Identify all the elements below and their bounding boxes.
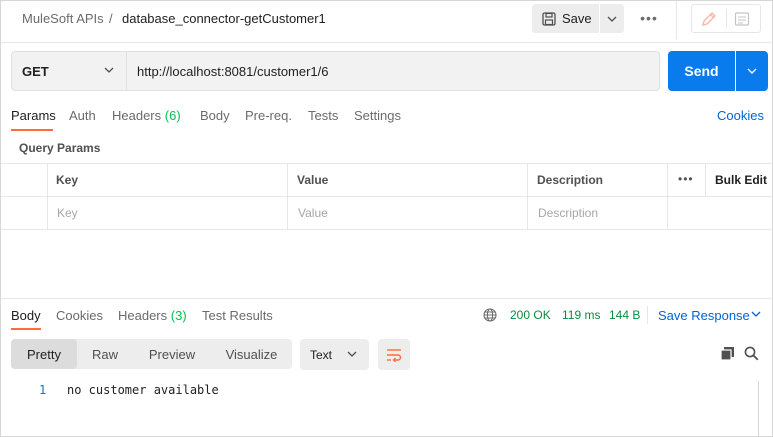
save-response-button[interactable]: Save Response bbox=[658, 308, 750, 323]
response-scrollbar[interactable] bbox=[758, 381, 759, 437]
table-column-divider bbox=[667, 164, 668, 230]
send-button[interactable]: Send bbox=[668, 51, 735, 91]
response-tab-headers[interactable]: Headers (3) bbox=[118, 308, 187, 323]
header-divider bbox=[676, 1, 677, 39]
http-method-value: GET bbox=[22, 63, 49, 79]
request-name[interactable]: database_connector-getCustomer1 bbox=[122, 11, 326, 26]
save-label: Save bbox=[562, 11, 592, 26]
more-actions-button[interactable]: ••• bbox=[637, 9, 661, 27]
chevron-down-icon bbox=[347, 351, 357, 357]
param-value-input[interactable]: Value bbox=[298, 206, 328, 220]
wrap-lines-icon bbox=[387, 348, 402, 362]
tab-auth[interactable]: Auth bbox=[69, 108, 96, 123]
tab-headers[interactable]: Headers (6) bbox=[112, 108, 181, 123]
active-tab-indicator bbox=[11, 129, 53, 131]
tab-pre-request[interactable]: Pre-req. bbox=[245, 108, 292, 123]
view-preview-button[interactable]: Preview bbox=[133, 339, 211, 369]
response-format-value: Text bbox=[310, 347, 333, 362]
response-tab-body[interactable]: Body bbox=[11, 308, 41, 323]
query-params-table: Key Value Description ••• Bulk Edit Key … bbox=[1, 163, 773, 230]
table-options-button[interactable]: ••• bbox=[678, 172, 694, 186]
header-separator bbox=[1, 42, 773, 43]
globe-icon[interactable] bbox=[483, 308, 497, 322]
save-options-button[interactable] bbox=[600, 4, 624, 33]
save-button[interactable]: Save bbox=[532, 4, 599, 33]
bulk-edit-button[interactable]: Bulk Edit bbox=[715, 173, 767, 187]
tab-settings[interactable]: Settings bbox=[354, 108, 401, 123]
view-pretty-button[interactable]: Pretty bbox=[11, 339, 77, 369]
response-meta-divider bbox=[647, 306, 648, 324]
save-icon bbox=[542, 11, 556, 26]
response-tab-test-results[interactable]: Test Results bbox=[202, 308, 273, 323]
param-description-input[interactable]: Description bbox=[538, 206, 598, 220]
param-key-input[interactable]: Key bbox=[57, 206, 78, 220]
chevron-down-icon bbox=[104, 67, 114, 73]
view-visualize-button[interactable]: Visualize bbox=[211, 339, 292, 369]
response-tab-cookies[interactable]: Cookies bbox=[56, 308, 103, 323]
response-format-select[interactable]: Text bbox=[300, 339, 369, 370]
query-params-title: Query Params bbox=[19, 141, 101, 155]
wrap-lines-button[interactable] bbox=[378, 339, 410, 370]
response-view-toggle: Pretty Raw Preview Visualize bbox=[11, 339, 292, 369]
table-column-divider bbox=[527, 164, 528, 230]
column-header-value: Value bbox=[297, 173, 329, 187]
table-column-divider bbox=[47, 164, 48, 230]
breadcrumb-collection[interactable]: MuleSoft APIs bbox=[22, 11, 104, 26]
table-column-divider bbox=[287, 164, 288, 230]
tab-headers-count: (6) bbox=[164, 108, 181, 123]
response-status[interactable]: 200 OK bbox=[510, 308, 551, 322]
response-time[interactable]: 119 ms bbox=[562, 308, 600, 322]
view-raw-button[interactable]: Raw bbox=[77, 339, 133, 369]
table-column-divider bbox=[705, 164, 706, 196]
active-response-tab-indicator bbox=[11, 328, 41, 330]
chevron-down-icon bbox=[747, 68, 757, 74]
side-actions bbox=[691, 4, 761, 33]
chevron-down-icon[interactable] bbox=[751, 311, 761, 317]
chevron-down-icon bbox=[607, 16, 617, 22]
response-tab-headers-count: (3) bbox=[170, 308, 187, 323]
tab-headers-label: Headers bbox=[112, 108, 162, 123]
app-frame: MuleSoft APIs / database_connector-getCu… bbox=[0, 0, 773, 437]
cookies-link[interactable]: Cookies bbox=[717, 108, 764, 123]
column-header-description: Description bbox=[537, 173, 604, 187]
side-actions-divider bbox=[726, 9, 727, 28]
table-row-divider bbox=[1, 196, 773, 197]
line-number: 1 bbox=[39, 383, 47, 397]
search-icon[interactable] bbox=[744, 346, 759, 361]
url-input[interactable]: http://localhost:8081/customer1/6 bbox=[127, 51, 660, 91]
response-body-line: no customer available bbox=[67, 383, 219, 397]
edit-icon[interactable] bbox=[700, 10, 718, 28]
column-header-key: Key bbox=[56, 173, 79, 187]
tab-tests[interactable]: Tests bbox=[308, 108, 338, 123]
breadcrumb-separator: / bbox=[109, 11, 113, 26]
request-header: MuleSoft APIs / database_connector-getCu… bbox=[1, 1, 773, 39]
http-method-select[interactable]: GET bbox=[11, 51, 127, 91]
tab-params[interactable]: Params bbox=[11, 108, 56, 123]
response-size[interactable]: 144 B bbox=[609, 308, 640, 322]
documentation-icon[interactable] bbox=[734, 11, 750, 27]
copy-icon[interactable] bbox=[720, 346, 735, 361]
send-options-button[interactable] bbox=[736, 51, 768, 91]
response-tab-headers-label: Headers bbox=[118, 308, 168, 323]
tab-body[interactable]: Body bbox=[200, 108, 230, 123]
response-separator[interactable] bbox=[1, 298, 773, 299]
